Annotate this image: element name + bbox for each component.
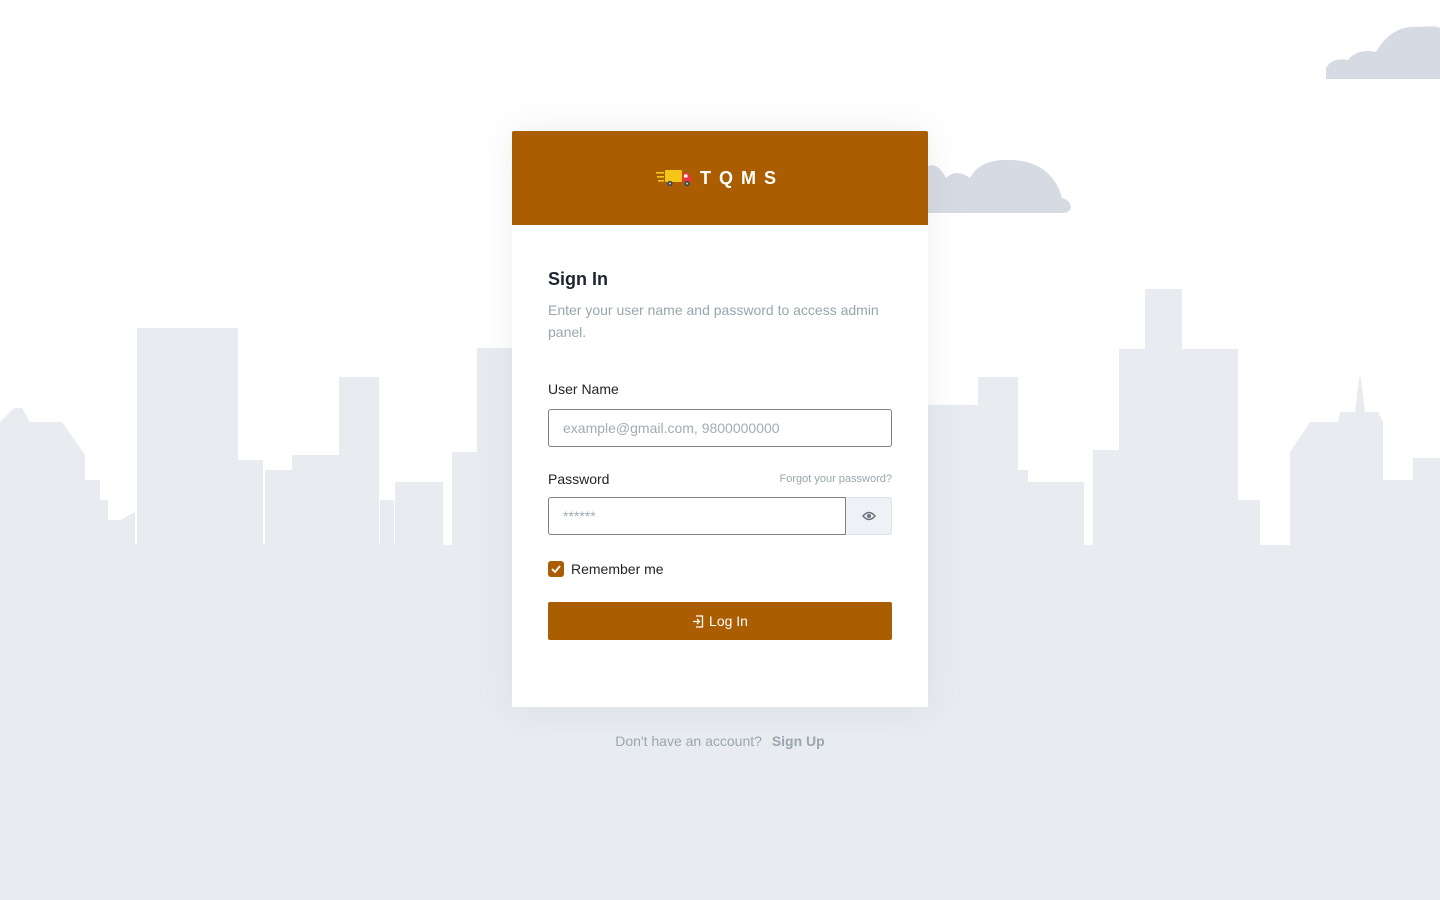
brand-name: TQMS: [700, 167, 784, 188]
show-password-button[interactable]: [846, 497, 892, 535]
username-group: User Name: [548, 381, 892, 447]
username-label: User Name: [548, 381, 619, 397]
password-group: Password Forgot your password?: [548, 471, 892, 535]
username-input[interactable]: [548, 409, 892, 447]
card-header: TQMS: [512, 131, 928, 225]
delivery-truck-icon: [656, 170, 692, 187]
eye-icon: [861, 511, 876, 521]
signup-link[interactable]: Sign Up: [772, 733, 825, 749]
logo: TQMS: [656, 168, 784, 189]
signup-footer: Don't have an account? Sign Up: [0, 731, 1440, 751]
login-button[interactable]: Log In: [548, 602, 892, 640]
sign-in-icon: [692, 614, 704, 628]
page-title: Sign In: [548, 269, 608, 289]
forgot-password-link[interactable]: Forgot your password?: [780, 473, 893, 485]
page-subtitle: Enter your user name and password to acc…: [548, 302, 879, 340]
remember-me-label: Remember me: [571, 561, 664, 577]
card-body: Sign In Enter your user name and passwor…: [512, 225, 928, 640]
password-input-row: [548, 497, 892, 535]
signup-prompt: Don't have an account?: [615, 733, 762, 749]
password-input[interactable]: [548, 497, 846, 535]
check-icon: [551, 565, 561, 573]
remember-me-checkbox[interactable]: [548, 561, 564, 577]
password-label-row: Password Forgot your password?: [548, 471, 892, 487]
login-button-label: Log In: [709, 613, 748, 629]
login-card: TQMS Sign In Enter your user name and pa…: [512, 131, 928, 707]
remember-me-row: Remember me: [548, 561, 892, 577]
password-label: Password: [548, 471, 610, 487]
